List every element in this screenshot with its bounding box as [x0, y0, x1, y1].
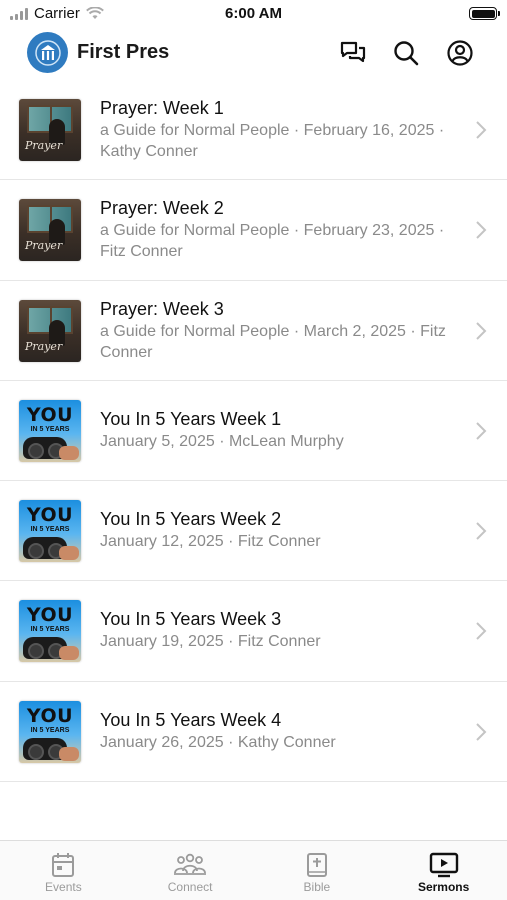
- chevron-right-icon: [476, 221, 487, 240]
- thumbnail-text: Prayer: [25, 239, 63, 253]
- sermon-subtitle: January 12, 2025 · Fitz Conner: [100, 533, 321, 551]
- sermon-row[interactable]: YOU IN 5 YEARS You In 5 Years Week 2 Janu…: [0, 481, 507, 582]
- people-icon: [174, 853, 207, 875]
- thumbnail-subtext: IN 5 YEARS: [30, 626, 70, 634]
- thumbnail-subtext: IN 5 YEARS: [30, 726, 70, 734]
- app-title: First Pres: [77, 41, 170, 63]
- tab-label: Sermons: [417, 880, 470, 894]
- bible-icon: [306, 853, 327, 877]
- church-logo[interactable]: [27, 32, 68, 73]
- sermon-row[interactable]: Prayer Prayer: Week 3 a Guide for Normal…: [0, 281, 507, 381]
- sermon-thumbnail: Prayer: [19, 299, 81, 362]
- tab-label: Events: [45, 880, 82, 894]
- chevron-right-icon: [476, 121, 487, 139]
- sermon-subtitle: a Guide for Normal People · March 2, 202…: [100, 322, 446, 361]
- messages-button[interactable]: [338, 38, 368, 68]
- sermon-title: You In 5 Years Week 1: [100, 408, 282, 429]
- sermon-title: Prayer: Week 1: [100, 98, 224, 118]
- tab-events[interactable]: Events: [0, 841, 127, 900]
- sermon-row[interactable]: Prayer Prayer: Week 2 a Guide for Normal…: [0, 180, 507, 281]
- thumbnail-text: YOU: [26, 604, 74, 627]
- chevron-right-icon: [476, 522, 487, 540]
- play-screen-icon: [429, 852, 458, 878]
- tab-label: Bible: [303, 880, 331, 894]
- sermon-row[interactable]: Prayer Prayer: Week 1 a Guide for Normal…: [0, 80, 507, 181]
- sermon-thumbnail: YOU IN 5 YEARS: [19, 399, 81, 462]
- chevron-right-icon: [476, 622, 487, 641]
- sermon-subtitle: January 19, 2025 · Fitz Conner: [100, 633, 321, 651]
- search-icon: [394, 41, 419, 66]
- sermon-thumbnail: YOU IN 5 YEARS: [19, 600, 81, 663]
- sermon-thumbnail: YOU IN 5 YEARS: [19, 700, 81, 763]
- sermon-subtitle: a Guide for Normal People · February 16,…: [100, 122, 445, 160]
- chevron-right-icon: [476, 422, 487, 440]
- chevron-right-icon: [476, 723, 487, 741]
- account-icon: [447, 40, 473, 66]
- sermon-thumbnail: YOU IN 5 YEARS: [19, 500, 81, 563]
- thumbnail-text: Prayer: [25, 339, 63, 353]
- chat-icon: [340, 41, 366, 63]
- tab-sermons[interactable]: Sermons: [380, 841, 507, 900]
- thumbnail-subtext: IN 5 YEARS: [30, 526, 70, 534]
- sermon-list: Prayer Prayer: Week 1 a Guide for Normal…: [0, 80, 507, 783]
- tab-connect[interactable]: Connect: [127, 841, 254, 900]
- status-time: 6:00 AM: [225, 5, 282, 22]
- status-bar: Carrier 6:00 AM: [0, 0, 507, 28]
- thumbnail-subtext: IN 5 YEARS: [30, 425, 70, 433]
- sermon-title: You In 5 Years Week 4: [100, 709, 282, 730]
- calendar-icon: [52, 853, 75, 877]
- sermon-row[interactable]: YOU IN 5 YEARS You In 5 Years Week 3 Janu…: [0, 581, 507, 682]
- sermon-row[interactable]: YOU IN 5 YEARS You In 5 Years Week 1 Janu…: [0, 381, 507, 482]
- thumbnail-text: YOU: [26, 504, 74, 527]
- app-header: First Pres: [0, 28, 507, 78]
- chevron-right-icon: [476, 321, 487, 340]
- tab-bible[interactable]: Bible: [254, 841, 381, 900]
- sermon-subtitle: January 26, 2025 · Kathy Conner: [100, 733, 336, 751]
- profile-button[interactable]: [445, 38, 475, 68]
- tab-bar: Events Connect Bible Sermons: [0, 840, 507, 900]
- sermon-row[interactable]: YOU IN 5 YEARS You In 5 Years Week 4 Janu…: [0, 682, 507, 783]
- sermon-title: You In 5 Years Week 3: [100, 609, 282, 630]
- church-logo-icon: [34, 39, 61, 66]
- tab-label: Connect: [167, 880, 213, 894]
- sermon-title: Prayer: Week 2: [100, 198, 224, 219]
- thumbnail-text: YOU: [26, 704, 74, 727]
- thumbnail-text: YOU: [26, 403, 74, 426]
- sermon-subtitle: a Guide for Normal People · February 23,…: [100, 222, 445, 261]
- sermon-subtitle: January 5, 2025 · McLean Murphy: [100, 432, 344, 450]
- search-button[interactable]: [391, 38, 421, 68]
- sermon-thumbnail: Prayer: [19, 99, 81, 161]
- thumbnail-text: Prayer: [25, 139, 63, 152]
- sermon-title: You In 5 Years Week 2: [100, 509, 282, 530]
- sermon-thumbnail: Prayer: [19, 199, 81, 262]
- sermon-title: Prayer: Week 3: [100, 298, 224, 319]
- battery-icon: [469, 7, 500, 20]
